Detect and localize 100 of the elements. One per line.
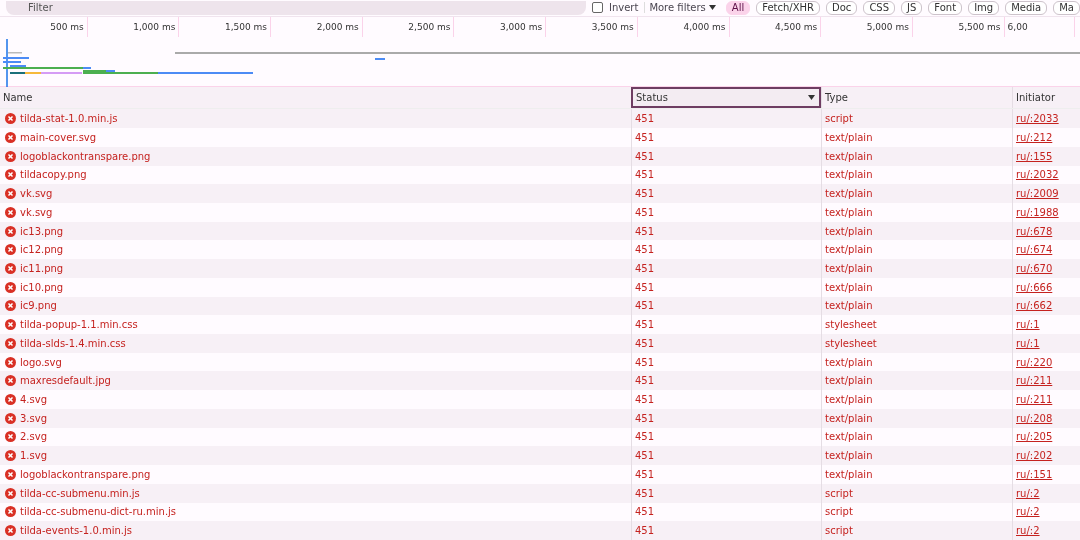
type-filter-chip[interactable]: Media <box>1005 0 1048 15</box>
time-tick-label: 5,500 ms <box>912 16 1005 37</box>
error-icon <box>5 225 16 237</box>
time-tick-label: 4,500 ms <box>729 16 822 37</box>
invert-label: Invert <box>609 2 639 14</box>
request-name: tilda-cc-submenu.min.js <box>20 487 140 499</box>
request-name: ic10.png <box>20 281 64 293</box>
column-header[interactable]: Type <box>821 86 1012 109</box>
request-name: tilda-slds-1.4.min.css <box>20 337 126 349</box>
initiator-link[interactable]: ru/:220 <box>1016 356 1053 368</box>
type-cell: text/plain <box>825 225 873 237</box>
time-tick-label: 3,000 ms <box>454 16 547 37</box>
status-cell: 451 <box>635 431 655 443</box>
initiator-link[interactable]: ru/:666 <box>1016 281 1053 293</box>
initiator-link[interactable]: ru/:2033 <box>1016 113 1059 125</box>
status-cell: 451 <box>635 244 655 256</box>
more-filters-button[interactable]: More filters <box>644 2 720 14</box>
initiator-link[interactable]: ru/:2 <box>1016 506 1040 518</box>
request-name: 2.svg <box>20 431 48 443</box>
error-icon <box>5 356 16 368</box>
error-icon <box>5 188 16 200</box>
status-cell: 451 <box>635 319 655 331</box>
type-filter-chip[interactable]: All <box>725 0 751 15</box>
initiator-link[interactable]: ru/:211 <box>1016 375 1053 387</box>
initiator-link[interactable]: ru/:1988 <box>1016 206 1059 218</box>
type-cell: text/plain <box>825 244 873 256</box>
invert-checkbox[interactable] <box>592 2 603 14</box>
error-icon <box>5 132 16 143</box>
type-cell: text/plain <box>825 150 873 162</box>
request-name: logoblackontranspare.png <box>20 150 151 162</box>
request-name: tildacopy.png <box>20 169 87 181</box>
initiator-link[interactable]: ru/:670 <box>1016 263 1053 274</box>
error-icon <box>5 263 16 274</box>
type-filter-chip[interactable]: Font <box>928 0 963 15</box>
error-icon <box>5 525 16 537</box>
type-filter-chip[interactable]: Doc <box>826 0 858 15</box>
initiator-link[interactable]: ru/:1 <box>1016 337 1040 349</box>
type-cell: text/plain <box>825 450 873 462</box>
initiator-link[interactable]: ru/:678 <box>1016 225 1053 237</box>
column-header[interactable]: Status <box>631 86 821 109</box>
error-icon <box>5 412 16 424</box>
type-cell: stylesheet <box>825 337 877 349</box>
column-header[interactable]: Initiator <box>1012 86 1080 109</box>
caret-icon <box>708 5 716 11</box>
initiator-link[interactable]: ru/:212 <box>1016 132 1053 143</box>
initiator-link[interactable]: ru/:2009 <box>1016 188 1059 200</box>
status-cell: 451 <box>635 394 655 406</box>
initiator-link[interactable]: ru/:2032 <box>1016 169 1059 181</box>
initiator-link[interactable]: ru/:674 <box>1016 244 1053 256</box>
type-filter-chip[interactable]: Fetch/XHR <box>756 0 821 15</box>
error-icon <box>5 468 16 480</box>
initiator-link[interactable]: ru/:202 <box>1016 450 1053 462</box>
error-icon <box>5 300 16 312</box>
request-name: 1.svg <box>20 450 48 462</box>
type-filter-chip[interactable]: Img <box>968 0 1000 15</box>
type-cell: text/plain <box>825 468 873 480</box>
status-cell: 451 <box>635 263 655 274</box>
time-tick-label: 1,500 ms <box>179 16 272 37</box>
request-name: main-cover.svg <box>20 132 97 143</box>
caret-icon <box>808 95 815 101</box>
initiator-link[interactable]: ru/:208 <box>1016 412 1053 424</box>
type-cell: stylesheet <box>825 319 877 331</box>
type-cell: text/plain <box>825 431 873 443</box>
time-tick-label: 2,000 ms <box>271 16 363 37</box>
initiator-link[interactable]: ru/:211 <box>1016 394 1053 406</box>
status-cell: 451 <box>635 281 655 293</box>
type-cell: script <box>825 113 853 125</box>
status-cell: 451 <box>635 225 655 237</box>
time-tick-label: 1,000 ms <box>87 16 180 37</box>
status-cell: 451 <box>635 487 655 499</box>
request-name: ic13.png <box>20 225 64 237</box>
initiator-link[interactable]: ru/:662 <box>1016 300 1053 312</box>
type-cell: text/plain <box>825 356 873 368</box>
time-tick-label: 5,000 ms <box>821 16 913 37</box>
status-cell: 451 <box>635 113 655 125</box>
initiator-link[interactable]: ru/:205 <box>1016 431 1053 443</box>
error-icon <box>5 169 16 181</box>
column-header[interactable]: Name <box>0 86 631 109</box>
type-cell: text/plain <box>825 281 873 293</box>
time-tick-label: 2,500 ms <box>362 16 455 37</box>
filter-field[interactable]: Filter <box>6 0 587 15</box>
request-name: vk.svg <box>20 206 53 218</box>
initiator-link[interactable]: ru/:155 <box>1016 150 1053 162</box>
initiator-link[interactable]: ru/:2 <box>1016 487 1040 499</box>
initiator-link[interactable]: ru/:151 <box>1016 468 1053 480</box>
error-icon <box>5 244 16 256</box>
error-icon <box>5 450 16 462</box>
error-icon <box>5 206 16 218</box>
error-icon <box>5 394 16 406</box>
request-name: tilda-cc-submenu-dict-ru.min.js <box>20 506 177 518</box>
error-icon <box>5 375 16 387</box>
initiator-link[interactable]: ru/:1 <box>1016 319 1040 331</box>
type-filter-chip[interactable]: CSS <box>863 0 896 15</box>
error-icon <box>5 431 16 443</box>
type-filter-chip[interactable]: Ma <box>1053 0 1080 15</box>
request-name: ic11.png <box>20 263 64 274</box>
status-cell: 451 <box>635 300 655 312</box>
initiator-link[interactable]: ru/:2 <box>1016 525 1040 537</box>
request-name: vk.svg <box>20 188 53 200</box>
type-filter-chip[interactable]: JS <box>901 0 923 15</box>
